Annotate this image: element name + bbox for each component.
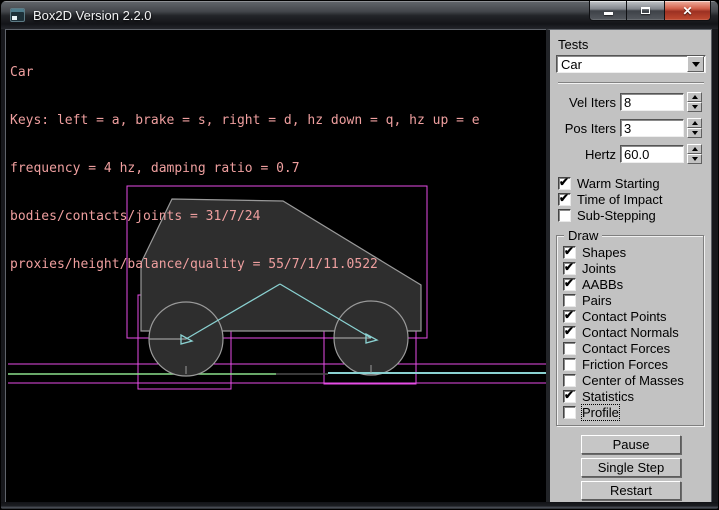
checkbox-profile[interactable]: ✔ Profile (563, 404, 701, 420)
control-panel: Tests Car Vel Iters Pos Iters (546, 29, 712, 502)
pos-iters-label: Pos Iters (556, 121, 620, 136)
maximize-icon (641, 7, 650, 14)
checkbox-box: ✔ (558, 193, 571, 206)
check-icon: ✔ (559, 191, 569, 205)
pos-iters-up-button[interactable] (687, 118, 702, 128)
test-title: Car (10, 65, 480, 81)
vel-iters-row: Vel Iters (556, 92, 706, 112)
checkbox-contact-normals[interactable]: ✔ Contact Normals (563, 324, 701, 340)
window-controls: ✕ (589, 1, 711, 21)
checkbox-box: ✔ (563, 358, 576, 371)
pos-iters-input[interactable] (620, 119, 684, 137)
checkbox-contact-points[interactable]: ✔ Contact Points (563, 308, 701, 324)
single-step-button[interactable]: Single Step (581, 458, 681, 477)
minimize-button[interactable] (589, 1, 627, 21)
pos-iters-down-button[interactable] (687, 128, 702, 138)
check-icon: ✔ (564, 388, 574, 402)
vel-iters-down-button[interactable] (687, 102, 702, 112)
vel-iters-up-button[interactable] (687, 92, 702, 102)
keys-help-line: Keys: left = a, brake = s, right = d, hz… (10, 113, 480, 129)
check-icon: ✔ (564, 324, 574, 338)
checkbox-friction-forces[interactable]: ✔ Friction Forces (563, 356, 701, 372)
vel-iters-label: Vel Iters (556, 95, 620, 110)
check-icon: ✔ (564, 244, 574, 258)
maximize-button[interactable] (627, 1, 664, 21)
minimize-icon (604, 12, 613, 15)
pos-iters-row: Pos Iters (556, 118, 706, 138)
checkbox-sub-stepping[interactable]: ✔ Sub-Stepping (558, 207, 706, 223)
checkbox-box: ✔ (563, 374, 576, 387)
checkbox-shapes[interactable]: ✔ Shapes (563, 244, 701, 260)
sim-options: ✔ Warm Starting ✔ Time of Impact ✔ Sub-S… (556, 175, 706, 223)
arrow-up-icon (692, 147, 698, 151)
frequency-line: frequency = 4 hz, damping ratio = 0.7 (10, 161, 480, 177)
checkbox-box: ✔ (563, 342, 576, 355)
checkbox-box: ✔ (558, 177, 571, 190)
hertz-input[interactable] (620, 145, 684, 163)
draw-group: Draw ✔ Shapes ✔ Joints ✔ AABBs ✔ Pairs (556, 235, 704, 426)
tests-label: Tests (558, 37, 706, 52)
app-window: Box2D Version 2.2.0 ✕ Car Keys: left = a… (0, 0, 719, 510)
window-title: Box2D Version 2.2.0 (33, 8, 152, 23)
tests-dropdown[interactable]: Car (556, 55, 706, 73)
checkbox-box: ✔ (563, 406, 576, 419)
checkbox-box: ✔ (563, 262, 576, 275)
arrow-down-icon (692, 131, 698, 135)
checkbox-joints[interactable]: ✔ Joints (563, 260, 701, 276)
app-icon (10, 8, 25, 22)
stats-line: bodies/contacts/joints = 31/7/24 (10, 209, 480, 225)
checkbox-box: ✔ (563, 294, 576, 307)
checkbox-warm-starting[interactable]: ✔ Warm Starting (558, 175, 706, 191)
arrow-up-icon (692, 95, 698, 99)
checkbox-statistics[interactable]: ✔ Statistics (563, 388, 701, 404)
vel-iters-input[interactable] (620, 93, 684, 111)
pos-iters-spinner (687, 118, 702, 138)
tests-dropdown-button[interactable] (687, 56, 704, 72)
draw-group-title: Draw (564, 228, 602, 243)
separator (558, 82, 704, 84)
close-icon: ✕ (682, 5, 692, 17)
debug-text: Car Keys: left = a, brake = s, right = d… (10, 33, 480, 305)
arrow-down-icon (692, 157, 698, 161)
checkbox-box: ✔ (563, 246, 576, 259)
checkbox-pairs[interactable]: ✔ Pairs (563, 292, 701, 308)
action-buttons: Pause Single Step Restart Quit (556, 435, 706, 510)
checkbox-contact-forces[interactable]: ✔ Contact Forces (563, 340, 701, 356)
window-bottom-border (1, 502, 718, 509)
gl-canvas[interactable]: Car Keys: left = a, brake = s, right = d… (5, 29, 546, 502)
hertz-down-button[interactable] (687, 154, 702, 164)
close-button[interactable]: ✕ (664, 1, 711, 21)
hertz-spinner (687, 144, 702, 164)
hertz-label: Hertz (556, 147, 620, 162)
checkbox-box: ✔ (558, 209, 571, 222)
check-icon: ✔ (564, 260, 574, 274)
checkbox-box: ✔ (563, 390, 576, 403)
check-icon: ✔ (559, 175, 569, 189)
checkbox-box: ✔ (563, 326, 576, 339)
chevron-down-icon (692, 62, 700, 67)
restart-button[interactable]: Restart (581, 481, 681, 500)
checkbox-box: ✔ (563, 310, 576, 323)
hertz-up-button[interactable] (687, 144, 702, 154)
checkbox-box: ✔ (563, 278, 576, 291)
titlebar[interactable]: Box2D Version 2.2.0 ✕ (1, 1, 718, 29)
checkbox-aabbs[interactable]: ✔ AABBs (563, 276, 701, 292)
arrow-down-icon (692, 105, 698, 109)
check-icon: ✔ (564, 308, 574, 322)
check-icon: ✔ (564, 276, 574, 290)
checkbox-center-of-masses[interactable]: ✔ Center of Masses (563, 372, 701, 388)
vel-iters-spinner (687, 92, 702, 112)
hertz-row: Hertz (556, 144, 706, 164)
proxies-line: proxies/height/balance/quality = 55/7/1/… (10, 257, 480, 273)
checkbox-time-of-impact[interactable]: ✔ Time of Impact (558, 191, 706, 207)
arrow-up-icon (692, 121, 698, 125)
pause-button[interactable]: Pause (581, 435, 681, 454)
tests-dropdown-value: Car (557, 57, 687, 72)
